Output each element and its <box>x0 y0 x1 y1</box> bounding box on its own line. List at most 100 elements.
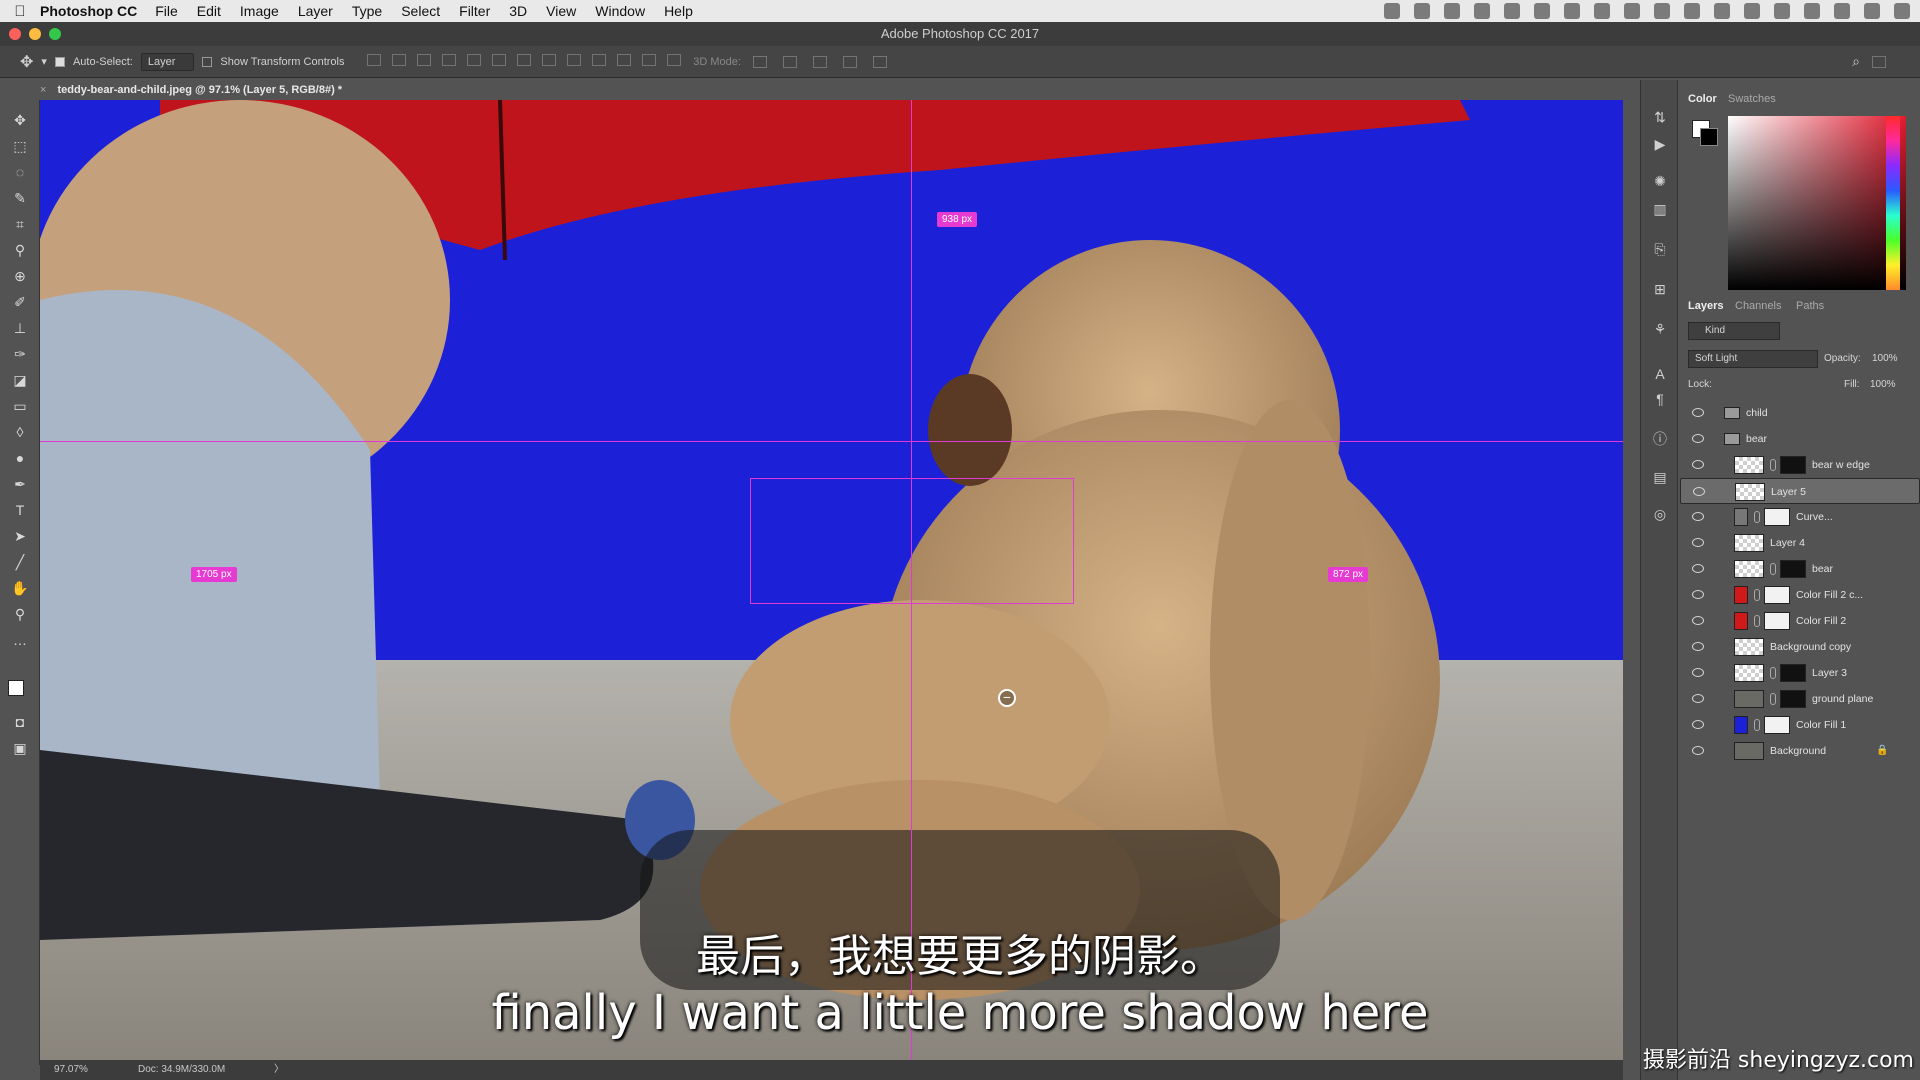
history-panel-icon[interactable]: ⇅ <box>1651 108 1669 126</box>
layer-name[interactable]: Color Fill 2 c... <box>1796 582 1863 608</box>
hue-slider[interactable] <box>1886 116 1900 290</box>
camera-icon[interactable] <box>1384 3 1400 19</box>
marquee-tool-icon[interactable]: ⬚ <box>10 136 30 156</box>
layer-name[interactable]: Layer 5 <box>1771 479 1806 505</box>
layer-row[interactable]: Color Fill 2 c... <box>1680 582 1920 608</box>
healing-tool-icon[interactable]: ⊕ <box>10 266 30 286</box>
volume-icon[interactable] <box>1744 3 1760 19</box>
tab-layers[interactable]: Layers <box>1688 300 1723 312</box>
3d-scale-icon[interactable] <box>872 55 887 68</box>
line-tool-icon[interactable]: ╱ <box>10 552 30 572</box>
move-tool-icon[interactable]: ✥ <box>10 110 30 130</box>
visibility-eye-icon[interactable] <box>1692 408 1704 417</box>
link-icon[interactable] <box>1754 615 1760 627</box>
layer-mask-thumbnail[interactable] <box>1764 716 1790 734</box>
paragraph-panel-icon[interactable]: ¶ <box>1651 390 1669 408</box>
visibility-eye-icon[interactable] <box>1692 642 1704 651</box>
layer-name[interactable]: Layer 4 <box>1770 530 1805 556</box>
visibility-eye-icon[interactable] <box>1692 746 1704 755</box>
align-right-icon[interactable] <box>491 54 506 66</box>
wifi-icon[interactable] <box>1684 3 1700 19</box>
align-hcenter-icon[interactable] <box>466 54 481 66</box>
search-icon[interactable]: ⌕ <box>1852 53 1860 70</box>
link-icon[interactable] <box>1770 563 1776 575</box>
libraries-panel-icon[interactable]: ◎ <box>1651 505 1669 523</box>
layer-mask-thumbnail[interactable] <box>1780 664 1806 682</box>
tab-color[interactable]: Color <box>1688 93 1717 105</box>
distribute-vcenter-icon[interactable] <box>541 54 556 66</box>
cloud-icon[interactable] <box>1474 3 1490 19</box>
list-icon[interactable] <box>1894 3 1910 19</box>
layer-row[interactable]: ground plane <box>1680 686 1920 712</box>
crop-tool-icon[interactable]: ⌗ <box>10 214 30 234</box>
character-panel-icon[interactable]: A <box>1651 365 1669 383</box>
distribute-left-icon[interactable] <box>592 54 607 66</box>
input-icon[interactable] <box>1774 3 1790 19</box>
color-background-swatch[interactable] <box>1700 128 1718 146</box>
quick-mask-icon[interactable]: ◘ <box>10 712 30 732</box>
eyedropper-tool-icon[interactable]: ⚲ <box>10 240 30 260</box>
close-window-button[interactable] <box>9 28 21 40</box>
display-icon[interactable] <box>1504 3 1520 19</box>
link-icon[interactable] <box>1754 511 1760 523</box>
dropbox-icon[interactable] <box>1444 3 1460 19</box>
opacity-value[interactable]: 100% <box>1872 353 1898 364</box>
siri-icon[interactable] <box>1804 3 1820 19</box>
3d-slide-icon[interactable] <box>842 55 857 68</box>
visibility-eye-icon[interactable] <box>1692 564 1704 573</box>
layer-mask-thumbnail[interactable] <box>1780 560 1806 578</box>
align-bottom-icon[interactable] <box>416 54 431 66</box>
layer-row[interactable]: bear <box>1680 556 1920 582</box>
layer-name[interactable]: bear <box>1746 426 1767 452</box>
actions-panel-icon[interactable]: ▶ <box>1651 135 1669 153</box>
grid-icon[interactable] <box>1594 3 1610 19</box>
distribute-top-icon[interactable] <box>516 54 531 66</box>
link-icon[interactable] <box>1770 667 1776 679</box>
layer-name[interactable]: Color Fill 1 <box>1796 712 1846 738</box>
auto-select-dropdown[interactable]: Layer <box>140 52 195 71</box>
gradient-tool-icon[interactable]: ▭ <box>10 396 30 416</box>
zoom-window-button[interactable] <box>49 28 61 40</box>
layer-mask-thumbnail[interactable] <box>1780 690 1806 708</box>
zoom-level[interactable]: 97.07% <box>54 1060 88 1080</box>
visibility-eye-icon[interactable] <box>1692 616 1704 625</box>
layer-filter-dropdown[interactable]: Kind <box>1688 322 1780 340</box>
tab-swatches[interactable]: Swatches <box>1728 93 1776 105</box>
menu-3d[interactable]: 3D <box>509 3 527 19</box>
layer-mask-thumbnail[interactable] <box>1764 586 1790 604</box>
layer-name[interactable]: Curve... <box>1796 504 1833 530</box>
screen-mode-icon[interactable]: ▣ <box>10 738 30 758</box>
bluetooth-icon[interactable] <box>1654 3 1670 19</box>
layer-mask-thumbnail[interactable] <box>1764 612 1790 630</box>
3d-roll-icon[interactable] <box>782 55 797 68</box>
minimize-window-button[interactable] <box>29 28 41 40</box>
move-tool-icon[interactable]: ✥ <box>20 52 33 72</box>
3d-rotate-icon[interactable] <box>752 55 767 68</box>
layer-name[interactable]: Layer 3 <box>1812 660 1847 686</box>
status-menu-arrow[interactable]: 〉 <box>274 1060 284 1080</box>
tool-preset-dropdown[interactable]: ▾ <box>41 55 47 68</box>
link-icon[interactable] <box>1770 459 1776 471</box>
blend-mode-dropdown[interactable]: Soft Light <box>1688 350 1818 368</box>
circle-icon[interactable] <box>1414 3 1430 19</box>
link-icon[interactable] <box>1754 719 1760 731</box>
search-icon[interactable] <box>1834 3 1850 19</box>
color-field[interactable] <box>1728 116 1906 290</box>
visibility-eye-icon[interactable] <box>1692 460 1704 469</box>
path-select-tool-icon[interactable]: ➤ <box>10 526 30 546</box>
layer-name[interactable]: Color Fill 2 <box>1796 608 1846 634</box>
workspace-icon[interactable] <box>1872 55 1886 68</box>
layer-row[interactable]: child <box>1680 400 1920 426</box>
visibility-eye-icon[interactable] <box>1692 720 1704 729</box>
eraser-tool-icon[interactable]: ◪ <box>10 370 30 390</box>
layer-row[interactable]: Curve... <box>1680 504 1920 530</box>
document-tab[interactable]: × teddy-bear-and-child.jpeg @ 97.1% (Lay… <box>40 80 342 100</box>
quick-select-tool-icon[interactable]: ✎ <box>10 188 30 208</box>
brush-tool-icon[interactable]: ✐ <box>10 292 30 312</box>
link-icon[interactable] <box>1754 589 1760 601</box>
align-vcenter-icon[interactable] <box>391 54 406 66</box>
layer-name[interactable]: bear <box>1812 556 1833 582</box>
document-canvas[interactable]: 938 px 1705 px 872 px − <box>40 100 1623 1060</box>
auto-select-checkbox[interactable] <box>54 56 65 67</box>
clone-source-icon[interactable]: ⎘ <box>1651 240 1669 258</box>
